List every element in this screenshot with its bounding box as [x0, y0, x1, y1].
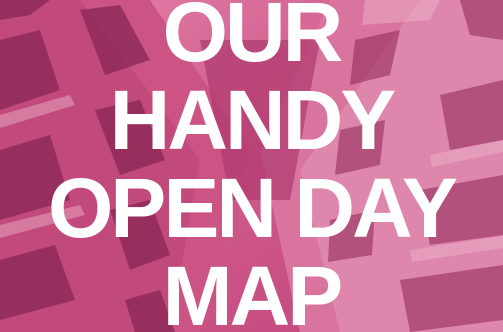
headline-line-3: OPEN DAY [47, 161, 458, 255]
hero-banner: OUR HANDY OPEN DAY MAP [0, 0, 503, 332]
headline-line-1: OUR [162, 0, 344, 79]
headline: OUR HANDY OPEN DAY MAP [0, 0, 503, 332]
headline-line-2: HANDY [109, 73, 397, 167]
headline-line-4: MAP [162, 249, 344, 332]
